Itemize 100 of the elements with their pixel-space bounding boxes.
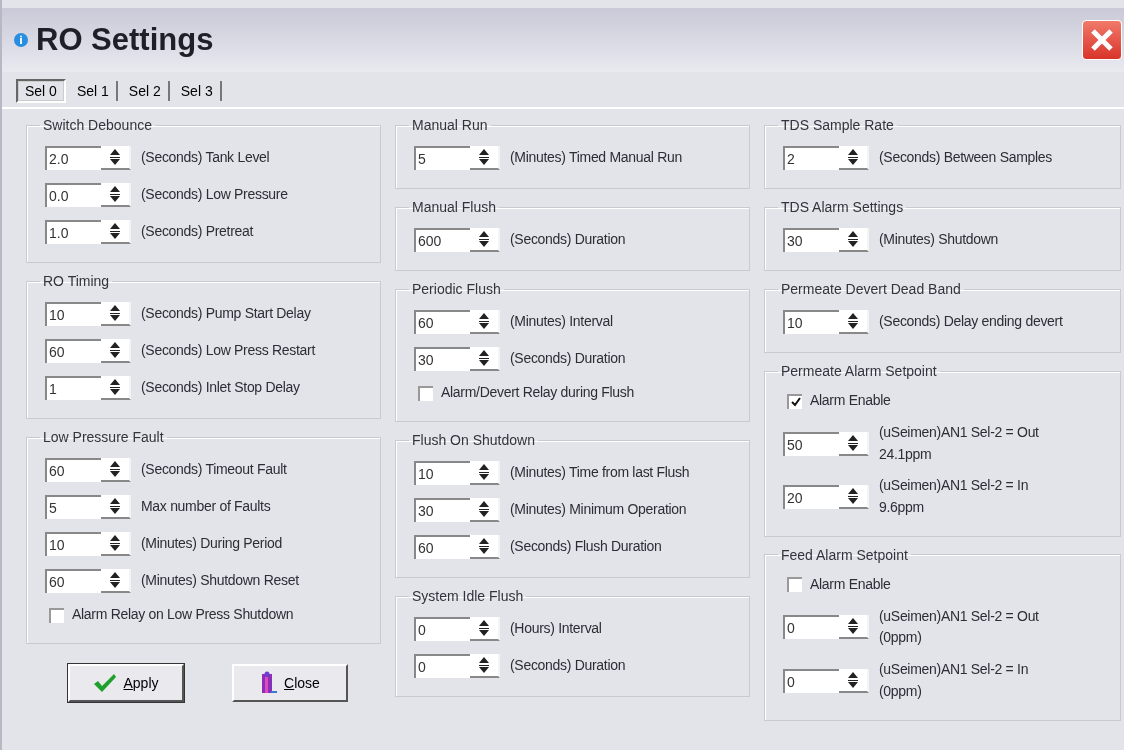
- spinner-arrows-icon[interactable]: [847, 229, 859, 248]
- spin-box[interactable]: 0.0: [45, 182, 131, 207]
- spin-buttons[interactable]: [470, 534, 500, 559]
- spin-buttons[interactable]: [839, 227, 869, 252]
- number-field[interactable]: 50: [783, 431, 839, 456]
- spin-buttons[interactable]: [101, 182, 131, 207]
- spin-box[interactable]: 0: [414, 616, 500, 641]
- spin-buttons[interactable]: [839, 309, 869, 334]
- spin-box[interactable]: 50: [783, 431, 869, 456]
- spin-buttons[interactable]: [470, 616, 500, 641]
- number-field[interactable]: 30: [414, 346, 470, 371]
- number-field[interactable]: 60: [45, 568, 101, 593]
- spin-buttons[interactable]: [470, 346, 500, 371]
- spinner-arrows-icon[interactable]: [478, 147, 490, 166]
- spin-box[interactable]: 0: [783, 615, 869, 640]
- spinner-arrows-icon[interactable]: [478, 311, 490, 330]
- spinner-arrows-icon[interactable]: [478, 462, 490, 481]
- spinner-arrows-icon[interactable]: [478, 348, 490, 367]
- spinner-arrows-icon[interactable]: [109, 570, 121, 589]
- spin-buttons[interactable]: [470, 460, 500, 485]
- spin-buttons[interactable]: [101, 219, 131, 244]
- spinner-arrows-icon[interactable]: [109, 496, 121, 515]
- spinner-arrows-icon[interactable]: [478, 655, 490, 674]
- spinner-arrows-icon[interactable]: [847, 433, 859, 452]
- spin-buttons[interactable]: [839, 485, 869, 510]
- spinner-arrows-icon[interactable]: [478, 536, 490, 555]
- spinner-arrows-icon[interactable]: [478, 229, 490, 248]
- spin-buttons[interactable]: [470, 309, 500, 334]
- spinner-arrows-icon[interactable]: [847, 670, 859, 689]
- spin-box[interactable]: 10: [45, 301, 131, 326]
- spinner-arrows-icon[interactable]: [847, 487, 859, 506]
- number-field[interactable]: 10: [414, 460, 470, 485]
- spin-buttons[interactable]: [101, 568, 131, 593]
- spin-buttons[interactable]: [101, 375, 131, 400]
- close-button[interactable]: [1082, 20, 1122, 60]
- spinner-arrows-icon[interactable]: [109, 147, 121, 166]
- number-field[interactable]: 1: [45, 375, 101, 400]
- number-field[interactable]: 1.0: [45, 219, 101, 244]
- spin-box[interactable]: 5: [414, 145, 500, 170]
- spin-box[interactable]: 60: [45, 338, 131, 363]
- tab[interactable]: Sel 1: [69, 81, 118, 101]
- spin-box[interactable]: 60: [414, 309, 500, 334]
- spinner-arrows-icon[interactable]: [109, 221, 121, 240]
- spin-box[interactable]: 60: [414, 534, 500, 559]
- number-field[interactable]: 60: [414, 309, 470, 334]
- spin-buttons[interactable]: [839, 431, 869, 456]
- number-field[interactable]: 0: [783, 668, 839, 693]
- number-field[interactable]: 5: [414, 145, 470, 170]
- spinner-arrows-icon[interactable]: [478, 618, 490, 637]
- number-field[interactable]: 10: [45, 531, 101, 556]
- spinner-arrows-icon[interactable]: [109, 459, 121, 478]
- number-field[interactable]: 30: [414, 497, 470, 522]
- number-field[interactable]: 60: [45, 338, 101, 363]
- number-field[interactable]: 0: [414, 653, 470, 678]
- spinner-arrows-icon[interactable]: [109, 533, 121, 552]
- spinner-arrows-icon[interactable]: [109, 303, 121, 322]
- spin-box[interactable]: 0: [783, 668, 869, 693]
- number-field[interactable]: 0: [783, 615, 839, 640]
- tab[interactable]: Sel 3: [173, 81, 222, 101]
- spinner-arrows-icon[interactable]: [847, 617, 859, 636]
- number-field[interactable]: 5: [45, 494, 101, 519]
- number-field[interactable]: 0.0: [45, 182, 101, 207]
- spinner-arrows-icon[interactable]: [847, 147, 859, 166]
- spin-box[interactable]: 10: [414, 460, 500, 485]
- spin-box[interactable]: 10: [783, 309, 869, 334]
- number-field[interactable]: 10: [45, 301, 101, 326]
- checkbox[interactable]: [49, 607, 64, 623]
- spin-box[interactable]: 30: [783, 227, 869, 252]
- spin-buttons[interactable]: [101, 494, 131, 519]
- spin-box[interactable]: 60: [45, 457, 131, 482]
- checkbox[interactable]: [418, 385, 433, 401]
- number-field[interactable]: 0: [414, 616, 470, 641]
- spin-box[interactable]: 10: [45, 531, 131, 556]
- spinner-arrows-icon[interactable]: [109, 377, 121, 396]
- spin-box[interactable]: 20: [783, 485, 869, 510]
- spin-box[interactable]: 0: [414, 653, 500, 678]
- spin-buttons[interactable]: [101, 531, 131, 556]
- spinner-arrows-icon[interactable]: [847, 311, 859, 330]
- number-field[interactable]: 60: [414, 534, 470, 559]
- apply-button[interactable]: Apply: [68, 664, 184, 702]
- number-field[interactable]: 10: [783, 309, 839, 334]
- spin-buttons[interactable]: [470, 145, 500, 170]
- checkbox[interactable]: [787, 577, 802, 593]
- spin-box[interactable]: 30: [414, 497, 500, 522]
- spin-buttons[interactable]: [839, 668, 869, 693]
- spinner-arrows-icon[interactable]: [109, 184, 121, 203]
- spin-box[interactable]: 60: [45, 568, 131, 593]
- spin-buttons[interactable]: [470, 497, 500, 522]
- number-field[interactable]: 2.0: [45, 145, 101, 170]
- spin-buttons[interactable]: [839, 145, 869, 170]
- spin-buttons[interactable]: [101, 145, 131, 170]
- number-field[interactable]: 30: [783, 227, 839, 252]
- number-field[interactable]: 600: [414, 227, 470, 252]
- spin-buttons[interactable]: [470, 653, 500, 678]
- spin-box[interactable]: 2.0: [45, 145, 131, 170]
- spin-buttons[interactable]: [839, 615, 869, 640]
- close-button[interactable]: Close: [232, 664, 348, 702]
- spin-box[interactable]: 600: [414, 227, 500, 252]
- tab[interactable]: Sel 0: [16, 79, 66, 103]
- spin-box[interactable]: 2: [783, 145, 869, 170]
